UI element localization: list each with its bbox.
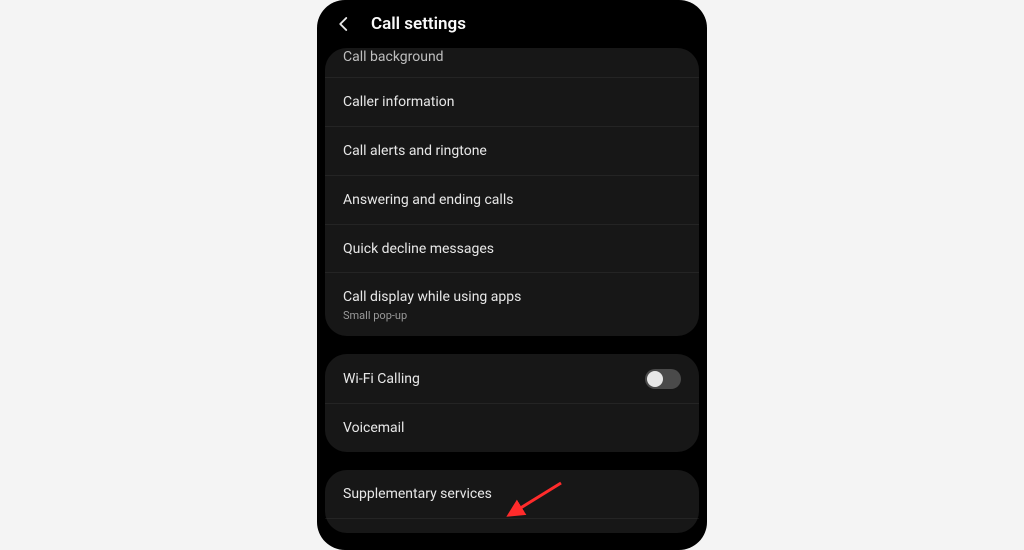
setting-answering-ending-calls[interactable]: Answering and ending calls [325, 176, 699, 225]
setting-label: Quick decline messages [343, 240, 494, 259]
settings-group-3: Supplementary services [325, 470, 699, 533]
setting-call-background[interactable]: Call background [325, 48, 699, 78]
setting-label: Caller information [343, 93, 455, 112]
setting-quick-decline-messages[interactable]: Quick decline messages [325, 225, 699, 274]
setting-label: Answering and ending calls [343, 191, 513, 210]
toggle-knob [647, 371, 663, 387]
setting-label: Call alerts and ringtone [343, 142, 487, 161]
settings-scroll[interactable]: Call background Caller information Call … [317, 48, 707, 550]
settings-group-1: Call background Caller information Call … [325, 48, 699, 336]
wifi-calling-toggle[interactable] [645, 369, 681, 389]
setting-label: Call display while using apps [343, 288, 521, 307]
phone-frame: Call settings Call background Caller inf… [317, 0, 707, 550]
setting-supplementary-services[interactable]: Supplementary services [325, 470, 699, 519]
settings-group-2: Wi-Fi Calling Voicemail [325, 354, 699, 452]
page-title: Call settings [371, 14, 466, 34]
setting-caller-information[interactable]: Caller information [325, 78, 699, 127]
setting-wifi-calling[interactable]: Wi-Fi Calling [325, 354, 699, 404]
setting-label: Supplementary services [343, 485, 492, 504]
setting-label: Call background [343, 48, 444, 67]
setting-call-alerts-ringtone[interactable]: Call alerts and ringtone [325, 127, 699, 176]
setting-subtitle: Small pop-up [343, 309, 521, 322]
setting-voicemail[interactable]: Voicemail [325, 404, 699, 452]
setting-label: Voicemail [343, 419, 404, 438]
setting-placeholder [325, 519, 699, 533]
setting-call-display-while-using-apps[interactable]: Call display while using apps Small pop-… [325, 273, 699, 336]
header: Call settings [317, 0, 707, 48]
back-icon[interactable] [335, 15, 353, 33]
setting-label: Wi-Fi Calling [343, 370, 420, 389]
